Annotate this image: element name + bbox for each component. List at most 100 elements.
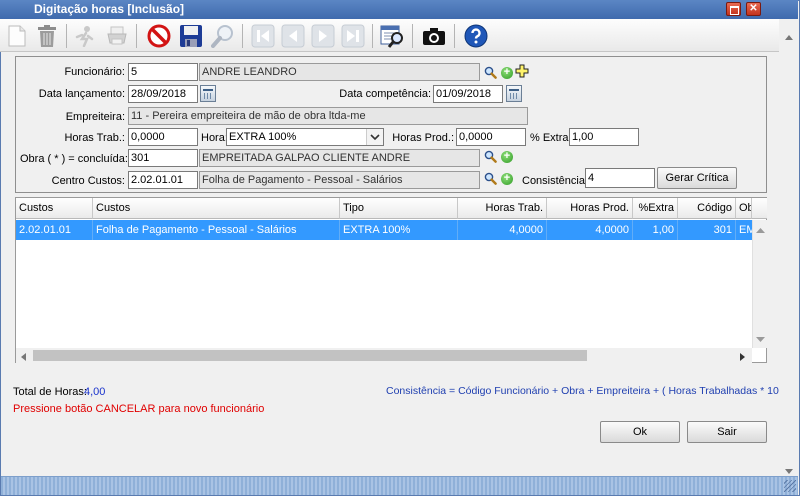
add-icon: + — [503, 66, 511, 78]
vertical-scrollbar[interactable] — [752, 220, 767, 348]
cell-custos-name: Folha de Pagamento - Pessoal - Salários — [93, 220, 340, 240]
window-scroll-up-icon[interactable] — [785, 31, 793, 43]
magnifier-icon — [484, 66, 497, 79]
previous-record-icon — [281, 24, 305, 48]
cell-tipo: EXTRA 100% — [340, 220, 458, 240]
horas-prod-input[interactable]: 0,0000 — [456, 128, 526, 146]
centro-custos-code-input[interactable]: 2.02.01.01 — [128, 171, 198, 189]
funcionario-add-button[interactable]: + — [501, 67, 513, 79]
funcionario-search-button[interactable] — [484, 66, 497, 79]
hours-grid: Custos Custos Tipo Horas Trab. Horas Pro… — [15, 197, 767, 363]
grid-corner — [752, 198, 767, 219]
column-header[interactable]: %Extra — [633, 198, 678, 219]
resize-grip-icon[interactable] — [784, 480, 796, 492]
print-button[interactable] — [104, 23, 130, 49]
horas-trab-input[interactable]: 0,0000 — [128, 128, 198, 146]
delete-button[interactable] — [34, 23, 60, 49]
centro-custos-name-field: Folha de Pagamento - Pessoal - Salários — [199, 171, 480, 189]
cell-codigo: 301 — [678, 220, 736, 240]
window-vertical-scrollbar[interactable] — [779, 19, 798, 476]
report-search-icon — [380, 25, 403, 48]
toolbar-separator — [242, 24, 243, 48]
column-header[interactable]: Custos — [16, 198, 93, 219]
find-button[interactable] — [210, 23, 236, 49]
column-header[interactable]: Ob — [736, 198, 752, 219]
cell-horas-trab: 4,0000 — [458, 220, 547, 240]
centro-custos-search-button[interactable] — [484, 172, 497, 185]
maximize-button[interactable] — [726, 2, 741, 16]
status-bar — [1, 476, 798, 495]
exit-button[interactable]: Sair — [687, 421, 767, 443]
data-competencia-calendar-button[interactable] — [506, 85, 522, 102]
column-header[interactable]: Horas Trab. — [458, 198, 547, 219]
window-title: Digitação horas [Inclusão] — [34, 2, 185, 16]
last-record-icon — [341, 24, 365, 48]
total-horas-value: 4,00 — [84, 386, 106, 398]
horas-prod-label: Horas Prod.: — [392, 132, 454, 144]
column-header[interactable]: Tipo — [340, 198, 458, 219]
first-record-button[interactable] — [250, 23, 276, 49]
warning-message: Pressione botão CANCELAR para novo funci… — [13, 403, 265, 415]
first-record-icon — [251, 24, 275, 48]
horizontal-scrollbar[interactable] — [16, 348, 752, 363]
gerar-critica-button[interactable]: Gerar Crítica — [657, 167, 737, 189]
hora-label: Hora: — [201, 132, 228, 144]
close-button[interactable]: ✕ — [746, 2, 761, 16]
horas-trab-label: Horas Trab.: — [64, 132, 125, 144]
cancel-button[interactable] — [146, 23, 172, 49]
funcionario-new-button[interactable] — [515, 64, 529, 78]
help-button[interactable] — [463, 23, 489, 49]
scroll-left-icon[interactable] — [20, 352, 26, 364]
funcionario-code-input[interactable]: 5 — [128, 63, 198, 81]
hora-selected-value: EXTRA 100% — [229, 131, 297, 143]
previous-record-button[interactable] — [280, 23, 306, 49]
data-competencia-label: Data competência: — [339, 88, 431, 100]
obra-search-button[interactable] — [484, 150, 497, 163]
trash-icon — [38, 25, 56, 47]
pct-extra-label: % Extra: — [530, 132, 572, 144]
cancel-icon — [147, 24, 171, 48]
table-row[interactable]: 2.02.01.01 Folha de Pagamento - Pessoal … — [16, 220, 752, 240]
hora-select[interactable]: EXTRA 100% — [226, 128, 384, 146]
run-button[interactable] — [72, 23, 98, 49]
camera-icon — [423, 28, 445, 45]
cell-extra: 1,00 — [633, 220, 678, 240]
data-competencia-input[interactable]: 01/09/2018 — [433, 85, 503, 103]
column-header[interactable]: Código — [678, 198, 736, 219]
close-icon: ✕ — [749, 3, 758, 14]
ok-button[interactable]: Ok — [600, 421, 680, 443]
toolbar-separator — [66, 24, 67, 48]
obra-code-input[interactable]: 301 — [128, 149, 198, 167]
consistency-note: Consistência = Código Funcionário + Obra… — [386, 385, 789, 397]
scroll-up-icon[interactable] — [756, 224, 765, 236]
magnifier-icon — [484, 172, 497, 185]
column-header[interactable]: Horas Prod. — [547, 198, 633, 219]
data-lancamento-calendar-button[interactable] — [200, 85, 216, 102]
pct-extra-input[interactable]: 1,00 — [569, 128, 639, 146]
horizontal-scroll-thumb[interactable] — [33, 350, 587, 361]
obra-label: Obra ( * ) = concluída: — [20, 153, 128, 165]
maximize-icon — [730, 6, 739, 15]
search-icon — [211, 25, 233, 48]
centro-custos-label: Centro Custos: — [51, 175, 125, 187]
edit-run-icon — [75, 26, 94, 47]
new-button[interactable] — [4, 23, 30, 49]
camera-button[interactable] — [421, 23, 447, 49]
report-search-button[interactable] — [380, 23, 406, 49]
last-record-button[interactable] — [340, 23, 366, 49]
empreiteira-field: 11 - Pereira empreiteira de mão de obra … — [128, 107, 528, 125]
next-record-button[interactable] — [310, 23, 336, 49]
toolbar-separator — [454, 24, 455, 48]
consistencia-input[interactable]: 4 — [585, 168, 655, 188]
empreiteira-label: Empreiteira: — [65, 111, 125, 123]
column-header[interactable]: Custos — [93, 198, 340, 219]
funcionario-label: Funcionário: — [64, 66, 125, 78]
scroll-right-icon[interactable] — [740, 352, 746, 364]
obra-add-button[interactable]: + — [501, 151, 513, 163]
scroll-down-icon[interactable] — [756, 334, 765, 346]
toolbar-separator — [372, 24, 373, 48]
yellow-plus-icon — [515, 64, 529, 78]
data-lancamento-input[interactable]: 28/09/2018 — [128, 85, 198, 103]
save-button[interactable] — [178, 23, 204, 49]
centro-custos-add-button[interactable]: + — [501, 173, 513, 185]
